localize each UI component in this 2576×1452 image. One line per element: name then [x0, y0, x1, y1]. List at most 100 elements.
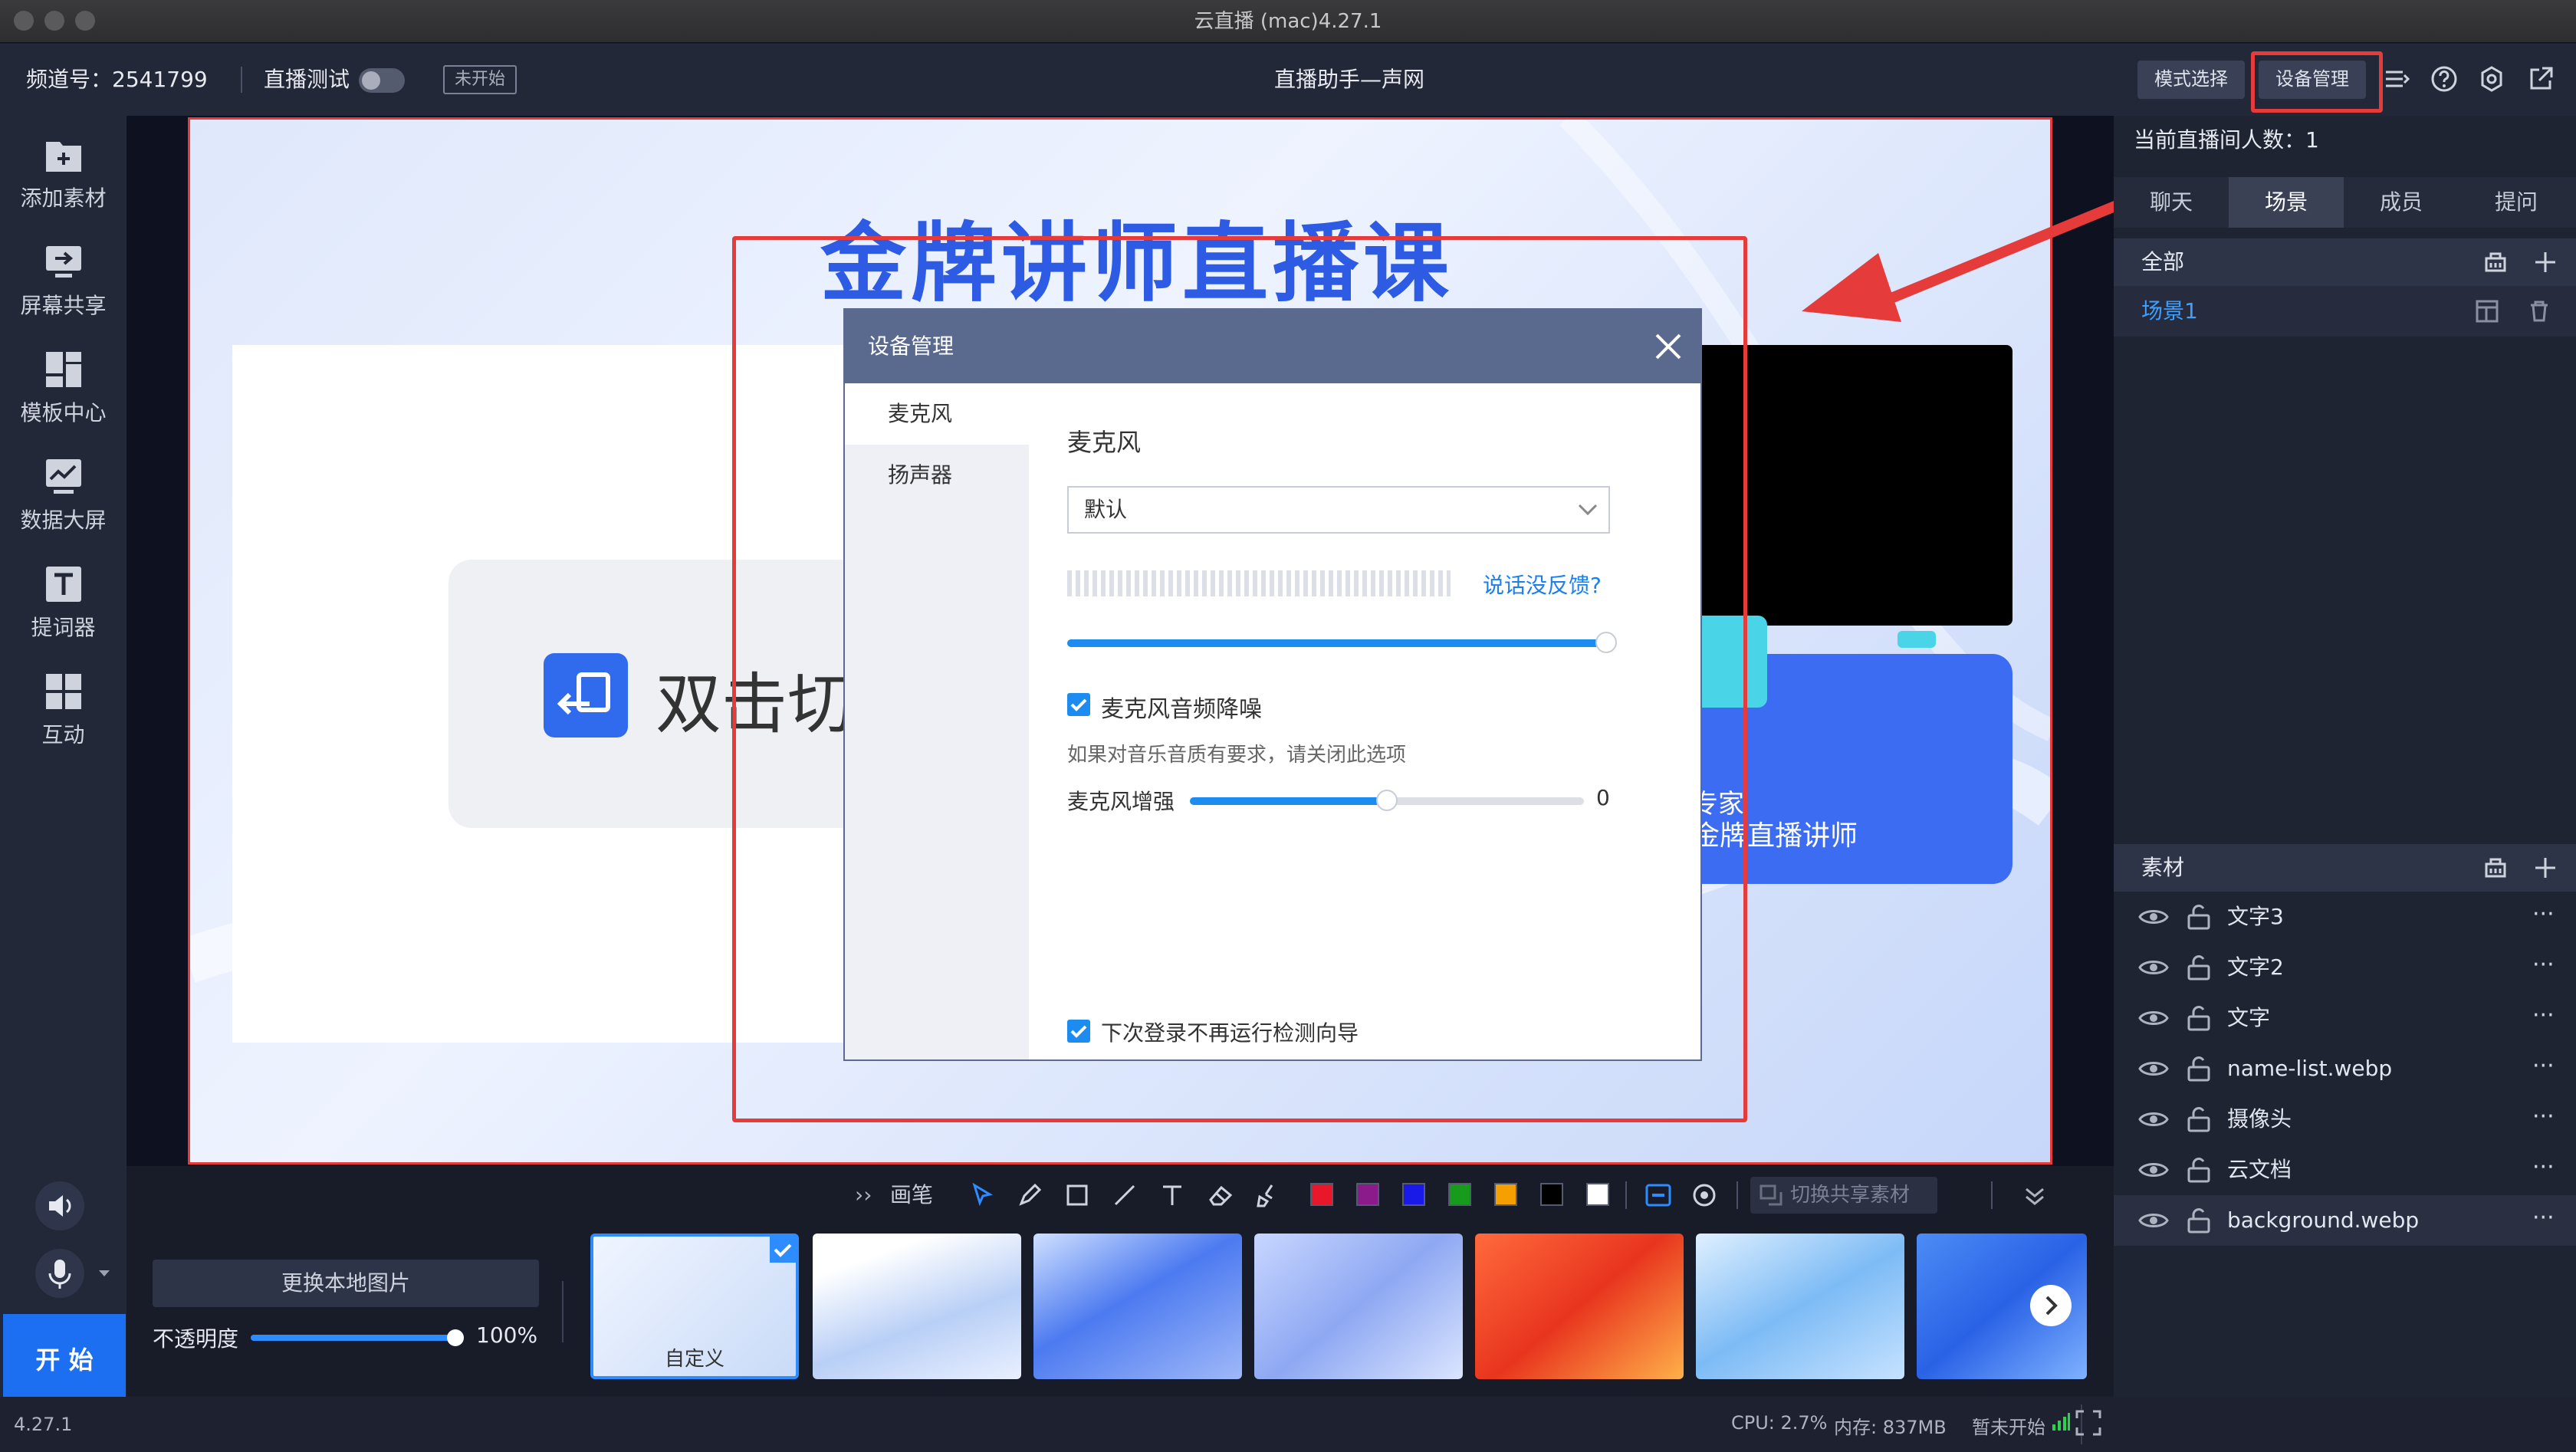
top-toolbar: 频道号：2541799 直播测试 未开始 直播助手—声网 模式选择 设备管理 [0, 44, 2576, 116]
asset-label: 摄像头 [2227, 1106, 2292, 1132]
start-live-button[interactable]: 开 始 [3, 1314, 126, 1406]
asset-row[interactable]: 文字2 ··· [2114, 942, 2576, 993]
more-icon[interactable]: ··· [2532, 892, 2555, 938]
gear-icon[interactable] [2478, 65, 2505, 93]
replace-image-button[interactable]: 更换本地图片 [153, 1260, 539, 1307]
background-thumb[interactable] [813, 1234, 1021, 1379]
color-swatch[interactable] [1540, 1183, 1563, 1206]
microphone-dropdown-icon[interactable] [97, 1266, 112, 1281]
delete-icon[interactable] [2528, 300, 2551, 323]
sidebar-item-template[interactable]: 模板中心 [0, 330, 127, 438]
template-icon [43, 349, 84, 390]
expand-icon[interactable]: ›› [855, 1174, 872, 1217]
sidebar-item-add-asset[interactable]: 添加素材 [0, 116, 127, 223]
eraser-icon[interactable] [1208, 1183, 1234, 1207]
mode-select-button[interactable]: 模式选择 [2137, 61, 2245, 99]
layout-icon[interactable] [2476, 300, 2499, 323]
clear-brush-icon[interactable] [1255, 1183, 1281, 1207]
live-test-toggle[interactable] [359, 68, 405, 93]
pointer-icon[interactable] [970, 1183, 994, 1207]
asset-row[interactable]: name-list.webp ··· [2114, 1043, 2576, 1094]
input-volume-slider[interactable] [1067, 632, 1617, 653]
microphone-select[interactable]: 默认 [1067, 486, 1610, 534]
background-thumb[interactable] [1475, 1234, 1684, 1379]
sidebar-item-teleprompter[interactable]: 提词器 [0, 545, 127, 652]
color-swatch[interactable] [1586, 1183, 1609, 1206]
color-swatch[interactable] [1494, 1183, 1517, 1206]
clear-icon[interactable] [2483, 856, 2508, 879]
collapse-icon[interactable] [2023, 1184, 2046, 1207]
add-icon[interactable] [2534, 856, 2557, 879]
asset-row[interactable]: 云文档 ··· [2114, 1145, 2576, 1195]
fullscreen-icon[interactable] [2075, 1409, 2102, 1437]
dialog-tab-speaker[interactable]: 扬声器 [845, 445, 1029, 506]
eye-icon[interactable] [2138, 907, 2169, 927]
more-icon[interactable]: ··· [2532, 1145, 2555, 1191]
help-icon[interactable] [2430, 65, 2458, 93]
clear-icon[interactable] [2483, 251, 2508, 274]
switch-share-button[interactable]: 切换共享素材 [1750, 1177, 1937, 1214]
tab-scene[interactable]: 场景 [2229, 177, 2344, 228]
eye-icon[interactable] [2138, 958, 2169, 977]
sidebar-item-interact[interactable]: 互动 [0, 652, 127, 760]
color-swatch[interactable] [1448, 1183, 1471, 1206]
sidebar-item-label: 数据大屏 [20, 508, 107, 533]
eye-icon[interactable] [2138, 1059, 2169, 1079]
opacity-slider[interactable] [251, 1329, 464, 1346]
feedback-link[interactable]: 说话没反馈? [1483, 569, 1602, 600]
background-thumb[interactable] [1033, 1234, 1242, 1379]
rectangle-icon[interactable] [1065, 1183, 1089, 1207]
highlight-box [2251, 51, 2383, 113]
asset-row[interactable]: 文字 ··· [2114, 993, 2576, 1043]
background-thumb[interactable] [1696, 1234, 1904, 1379]
asset-row[interactable]: 摄像头 ··· [2114, 1094, 2576, 1145]
line-icon[interactable] [1112, 1183, 1137, 1207]
background-thumb[interactable] [1254, 1234, 1463, 1379]
record-icon[interactable] [1692, 1183, 1717, 1207]
unlock-icon[interactable] [2186, 1106, 2212, 1132]
more-icon[interactable]: ··· [2532, 993, 2555, 1039]
more-icon[interactable]: ··· [2532, 1043, 2555, 1089]
unlock-icon[interactable] [2186, 1056, 2212, 1082]
unlock-icon[interactable] [2186, 1157, 2212, 1183]
color-swatch[interactable] [1402, 1183, 1425, 1206]
sidebar-item-data-screen[interactable]: 数据大屏 [0, 438, 127, 545]
more-icon[interactable]: ··· [2532, 1195, 2555, 1241]
color-swatch[interactable] [1356, 1183, 1379, 1206]
screen-mode-icon[interactable] [1644, 1183, 1672, 1207]
close-icon[interactable] [1654, 333, 1682, 360]
microphone-button[interactable] [35, 1249, 84, 1298]
tab-questions[interactable]: 提问 [2459, 177, 2574, 228]
sidebar-item-screen-share[interactable]: 屏幕共享 [0, 223, 127, 330]
noise-reduction-checkbox[interactable] [1067, 693, 1090, 716]
more-icon[interactable]: ··· [2532, 942, 2555, 988]
unlock-icon[interactable] [2186, 1005, 2212, 1031]
skip-wizard-checkbox[interactable] [1067, 1020, 1090, 1043]
next-thumbs-button[interactable] [2030, 1285, 2072, 1326]
switch-share-label: 切换共享素材 [1790, 1184, 1911, 1207]
eye-icon[interactable] [2138, 1211, 2169, 1230]
asset-row[interactable]: background.webp ··· [2114, 1195, 2576, 1246]
background-thumb-custom[interactable]: 自定义 [590, 1234, 799, 1379]
scene-item[interactable]: 场景1 [2114, 286, 2576, 337]
color-swatch[interactable] [1310, 1183, 1333, 1206]
unlock-icon[interactable] [2186, 954, 2212, 981]
unlock-icon[interactable] [2186, 904, 2212, 930]
settings-list-icon[interactable] [2383, 65, 2410, 93]
text-icon[interactable] [1160, 1183, 1184, 1207]
eye-icon[interactable] [2138, 1008, 2169, 1028]
tab-members[interactable]: 成员 [2344, 177, 2459, 228]
unlock-icon[interactable] [2186, 1207, 2212, 1234]
add-icon[interactable] [2534, 251, 2557, 274]
more-icon[interactable]: ··· [2532, 1094, 2555, 1140]
version-label: 4.27.1 [14, 1414, 73, 1435]
asset-row[interactable]: 文字3 ··· [2114, 892, 2576, 942]
eye-icon[interactable] [2138, 1109, 2169, 1129]
popout-icon[interactable] [2527, 65, 2555, 93]
tab-chat[interactable]: 聊天 [2114, 177, 2229, 228]
speaker-button[interactable] [35, 1181, 84, 1230]
mic-boost-slider[interactable] [1190, 790, 1584, 811]
eye-icon[interactable] [2138, 1160, 2169, 1180]
pen-icon[interactable] [1017, 1183, 1042, 1207]
dialog-tab-microphone[interactable]: 麦克风 [845, 383, 1029, 445]
